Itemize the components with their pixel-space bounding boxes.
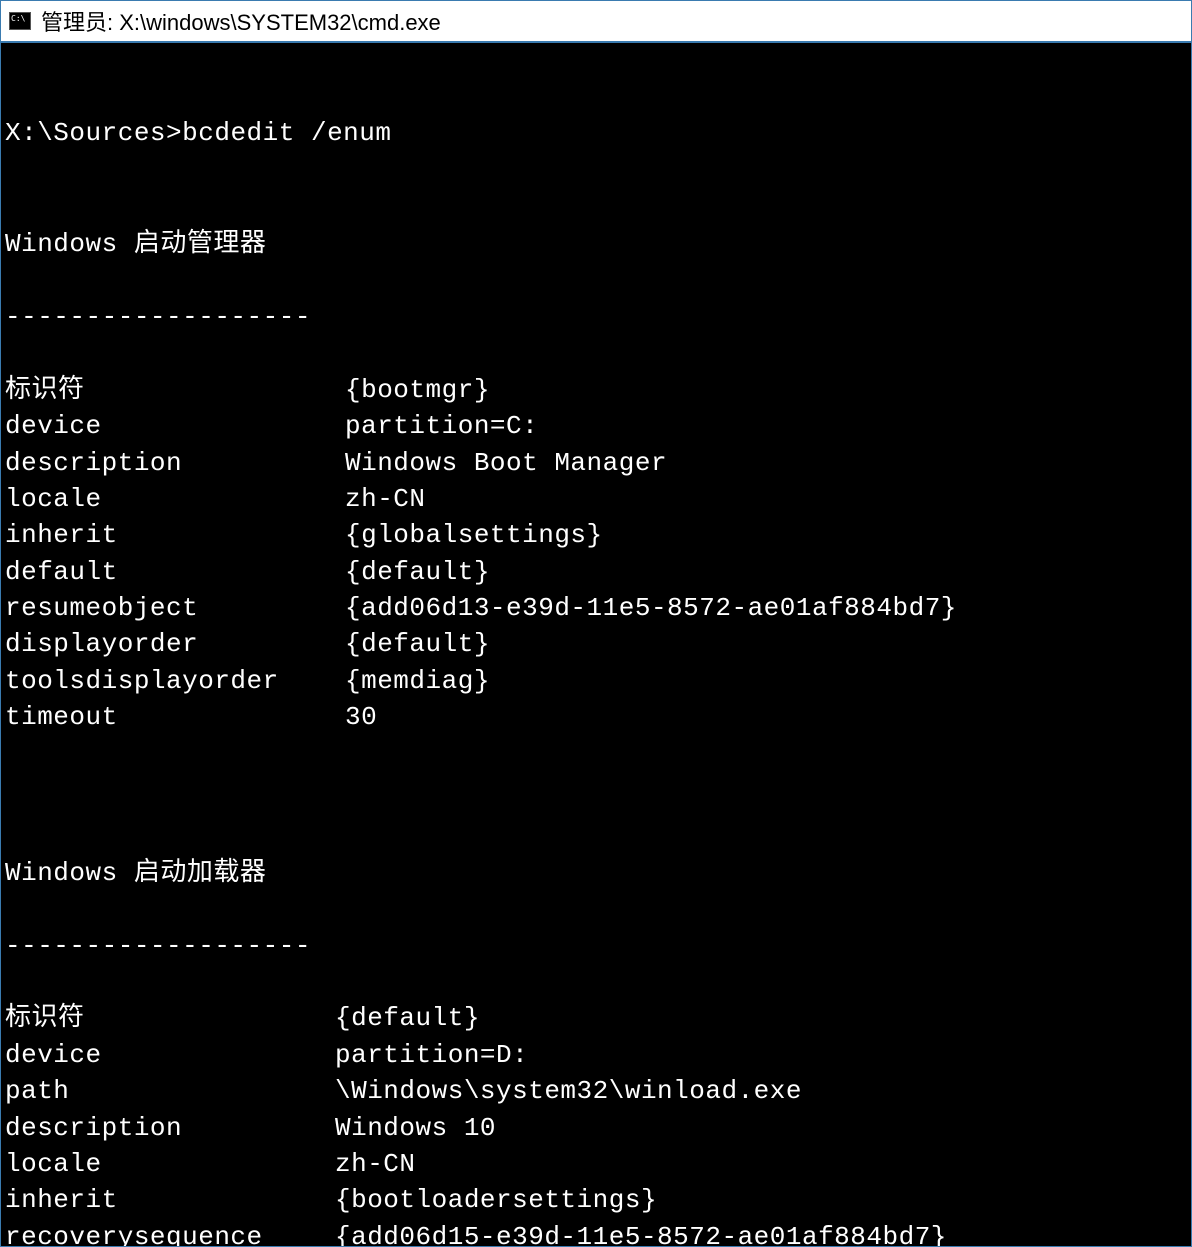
prompt-path: X:\Sources> (5, 118, 182, 148)
output-key: description (5, 445, 345, 481)
output-row: displayorder{default} (5, 626, 1187, 662)
output-value: {default} (335, 1000, 480, 1036)
section-header-loader: Windows 启动加载器 (5, 855, 1187, 891)
output-row: 标识符{default} (5, 1000, 1187, 1036)
output-key: timeout (5, 699, 345, 735)
output-key: resumeobject (5, 590, 345, 626)
output-key: 标识符 (5, 372, 345, 408)
output-row: timeout30 (5, 699, 1187, 735)
output-row: descriptionWindows Boot Manager (5, 445, 1187, 481)
output-key: displayorder (5, 626, 345, 662)
output-key: description (5, 1110, 335, 1146)
output-value: zh-CN (345, 481, 426, 517)
output-key: toolsdisplayorder (5, 663, 345, 699)
window-title: 管理员: X:\windows\SYSTEM32\cmd.exe (41, 5, 441, 37)
output-row: devicepartition=D: (5, 1037, 1187, 1073)
output-key: default (5, 554, 345, 590)
output-row: inherit{bootloadersettings} (5, 1182, 1187, 1218)
command-text: bcdedit /enum (182, 118, 391, 148)
section-header-bootmgr: Windows 启动管理器 (5, 226, 1187, 262)
output-row: 标识符{bootmgr} (5, 372, 1187, 408)
output-key: locale (5, 481, 345, 517)
output-key: 标识符 (5, 1000, 335, 1036)
output-value: 30 (345, 699, 377, 735)
output-row: devicepartition=C: (5, 408, 1187, 444)
output-value: partition=D: (335, 1037, 528, 1073)
command-prompt: X:\Sources>bcdedit /enum (5, 115, 1187, 151)
output-value: {add06d13-e39d-11e5-8572-ae01af884bd7} (345, 590, 957, 626)
output-value: {default} (345, 626, 490, 662)
output-value: {bootmgr} (345, 372, 490, 408)
cmd-window: 管理员: X:\windows\SYSTEM32\cmd.exe X:\Sour… (0, 0, 1192, 1247)
titlebar[interactable]: 管理员: X:\windows\SYSTEM32\cmd.exe (1, 1, 1191, 43)
cmd-icon (9, 12, 31, 30)
output-key: inherit (5, 517, 345, 553)
output-value: {add06d15-e39d-11e5-8572-ae01af884bd7} (335, 1219, 947, 1246)
output-value: zh-CN (335, 1146, 416, 1182)
output-key: locale (5, 1146, 335, 1182)
output-value: partition=C: (345, 408, 538, 444)
output-value: {default} (345, 554, 490, 590)
output-key: device (5, 1037, 335, 1073)
output-value: Windows Boot Manager (345, 445, 667, 481)
divider: ------------------- (5, 928, 1187, 964)
output-value: {memdiag} (345, 663, 490, 699)
output-row: descriptionWindows 10 (5, 1110, 1187, 1146)
output-row: default{default} (5, 554, 1187, 590)
output-row: toolsdisplayorder{memdiag} (5, 663, 1187, 699)
blank-line (5, 772, 1187, 808)
output-value: \Windows\system32\winload.exe (335, 1073, 802, 1109)
output-row: localezh-CN (5, 481, 1187, 517)
output-value: {globalsettings} (345, 517, 603, 553)
output-row: resumeobject{add06d13-e39d-11e5-8572-ae0… (5, 590, 1187, 626)
divider: ------------------- (5, 299, 1187, 335)
output-key: device (5, 408, 345, 444)
output-key: recoverysequence (5, 1219, 335, 1246)
output-row: inherit{globalsettings} (5, 517, 1187, 553)
output-row: localezh-CN (5, 1146, 1187, 1182)
output-row: path\Windows\system32\winload.exe (5, 1073, 1187, 1109)
terminal-output[interactable]: X:\Sources>bcdedit /enum Windows 启动管理器 -… (1, 43, 1191, 1246)
output-row: recoverysequence{add06d15-e39d-11e5-8572… (5, 1219, 1187, 1246)
output-key: inherit (5, 1182, 335, 1218)
bootmgr-entries: 标识符{bootmgr}devicepartition=C:descriptio… (5, 372, 1187, 736)
loader-entries: 标识符{default}devicepartition=D:path\Windo… (5, 1000, 1187, 1246)
output-key: path (5, 1073, 335, 1109)
output-value: Windows 10 (335, 1110, 496, 1146)
output-value: {bootloadersettings} (335, 1182, 657, 1218)
